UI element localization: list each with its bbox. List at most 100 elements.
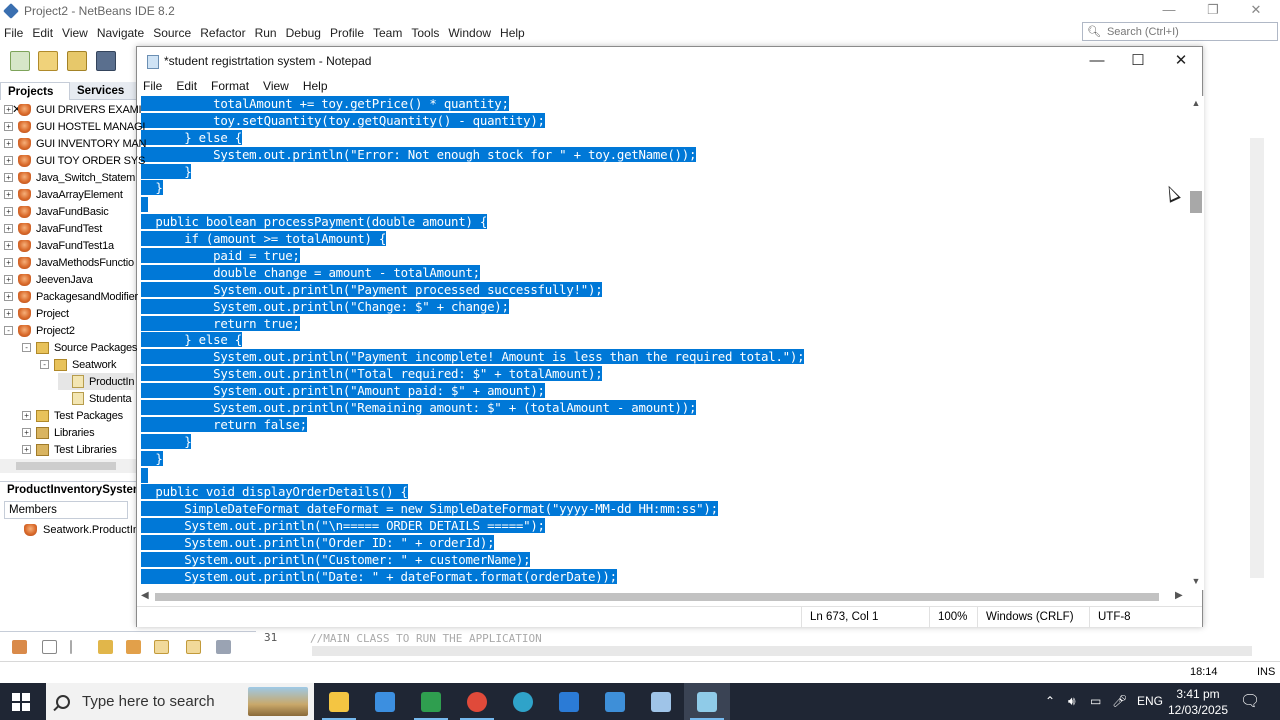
expander-icon[interactable]: + [4,224,13,233]
notepad-menu-item[interactable]: File [143,79,162,93]
expander-icon[interactable]: + [4,309,13,318]
scroll-left-arrow-icon[interactable]: ◀ [141,590,149,601]
nb-menu-item[interactable]: Run [255,26,277,40]
taskbar-app-button[interactable] [408,683,454,720]
microphone-icon[interactable]: 🎤︎ [1112,683,1127,720]
nb-menu-item[interactable]: View [62,26,88,40]
taskbar-app-button[interactable] [500,683,546,720]
tree-item[interactable]: + JeevenJava [4,271,93,288]
network-icon[interactable]: ▭ [1090,683,1101,720]
tree-item[interactable]: - Project2 [4,322,75,339]
taskbar-app-button[interactable] [316,683,362,720]
tree-item[interactable]: + JavaFundTest [4,220,102,237]
tree-item[interactable]: - Seatwork [40,356,116,373]
nb-menu-item[interactable]: Team [373,26,402,40]
square-icon[interactable] [42,640,57,654]
expander-icon[interactable]: + [22,428,31,437]
editor-vertical-scrollbar[interactable] [1250,138,1264,578]
vertical-scroll-thumb[interactable] [1190,191,1202,213]
expander-icon[interactable]: + [4,190,13,199]
tab-projects[interactable]: Projects ✕ [0,82,70,116]
tree-item[interactable]: ProductIn [58,373,134,390]
netbeans-minimize-button[interactable]: — [1149,0,1189,22]
expander-icon[interactable]: + [22,411,31,420]
sort-icon[interactable] [154,640,169,654]
expander-icon[interactable]: + [4,105,13,114]
netbeans-close-button[interactable]: ✕ [1236,0,1276,22]
notepad-vertical-scrollbar[interactable]: ▲ ▼ [1188,96,1204,590]
nb-menu-item[interactable]: Profile [330,26,364,40]
notepad-menu-item[interactable]: View [263,79,289,93]
notepad-horizontal-scrollbar[interactable]: ◀ ▶ [137,590,1188,604]
filter-icon[interactable] [12,640,27,654]
members-select[interactable]: Members [4,501,128,519]
horizontal-scroll-thumb[interactable] [155,593,1159,601]
scroll-right-arrow-icon[interactable]: ▶ [1175,590,1183,601]
tree-item[interactable]: + Project [4,305,69,322]
expander-icon[interactable]: + [4,258,13,267]
nb-menu-item[interactable]: Source [153,26,191,40]
volume-icon[interactable]: 🔊︎ [1068,683,1076,720]
netbeans-restore-button[interactable]: ❐ [1193,0,1233,22]
taskbar-search-box[interactable]: Type here to search [46,683,314,720]
nb-menu-item[interactable]: Tools [411,26,439,40]
minimize-button[interactable]: — [1075,47,1119,76]
scrollbar-thumb[interactable] [16,462,116,470]
tree-item[interactable]: + GUI TOY ORDER SYS [4,152,145,169]
projects-horizontal-scrollbar[interactable] [0,459,140,473]
expander-icon[interactable]: + [4,173,13,182]
notifications-icon[interactable]: 🗨︎ [1240,683,1260,720]
tree-item[interactable]: - Source Packages [22,339,137,356]
expander-icon[interactable]: + [22,445,31,454]
editor-horizontal-scrollbar[interactable] [312,646,1252,656]
list-icon[interactable] [216,640,231,654]
taskbar-app-button[interactable] [546,683,592,720]
member-item[interactable]: Seatwork.ProductIn [24,521,139,538]
chevron-up-icon[interactable]: ⌃ [1045,683,1055,720]
tree-item[interactable]: Studenta [58,390,132,407]
tree-item[interactable]: + Test Packages [22,407,123,424]
close-button[interactable]: ✕ [1159,47,1203,76]
diamond-icon[interactable] [126,640,141,654]
lock-icon[interactable] [98,640,113,654]
taskbar-app-button[interactable] [638,683,684,720]
tree-item[interactable]: + Libraries [22,424,95,441]
tree-item[interactable]: + JavaFundTest1a [4,237,114,254]
expander-icon[interactable]: + [4,275,13,284]
tree-item[interactable]: + Test Libraries [22,441,117,458]
open-project-icon[interactable] [67,51,87,71]
nb-menu-item[interactable]: Window [448,26,491,40]
expander-icon[interactable]: + [4,292,13,301]
tab-services[interactable]: Services [70,82,140,100]
tree-item[interactable]: + Java_Switch_Statem [4,169,135,186]
new-project-icon[interactable] [38,51,58,71]
notepad-menu-item[interactable]: Format [211,79,249,93]
tree-item[interactable]: + PackagesandModifier [4,288,138,305]
maximize-button[interactable]: ☐ [1116,47,1160,76]
tree-item[interactable]: + JavaFundBasic [4,203,109,220]
tree-item[interactable]: + GUI HOSTEL MANAGI [4,118,145,135]
nb-menu-item[interactable]: Edit [32,26,53,40]
taskbar-app-button[interactable] [454,683,500,720]
expander-icon[interactable]: + [4,122,13,131]
scroll-up-arrow-icon[interactable]: ▲ [1188,96,1204,110]
tree-item[interactable]: + JavaMethodsFunctio [4,254,134,271]
sort-alpha-icon[interactable] [186,640,201,654]
notepad-text-area[interactable]: totalAmount += toy.getPrice() * quantity… [141,96,1191,590]
nb-menu-item[interactable]: Debug [286,26,321,40]
taskbar-clock[interactable]: 3:41 pm 12/03/2025 [1158,686,1238,718]
nb-menu-item[interactable]: Help [500,26,525,40]
scroll-down-arrow-icon[interactable]: ▼ [1188,574,1204,588]
netbeans-search-box[interactable]: 🔍︎ Search (Ctrl+I) [1082,22,1278,41]
taskbar-app-button[interactable] [592,683,638,720]
new-file-icon[interactable] [10,51,30,71]
taskbar-app-button[interactable] [362,683,408,720]
notepad-menu-item[interactable]: Help [303,79,328,93]
save-all-icon[interactable] [96,51,116,71]
expander-icon[interactable]: + [4,207,13,216]
windows-start-icon[interactable] [12,693,30,711]
expander-icon[interactable]: + [4,139,13,148]
tree-item[interactable]: + JavaArrayElement [4,186,123,203]
notepad-menu-item[interactable]: Edit [176,79,197,93]
expander-icon[interactable]: + [4,241,13,250]
